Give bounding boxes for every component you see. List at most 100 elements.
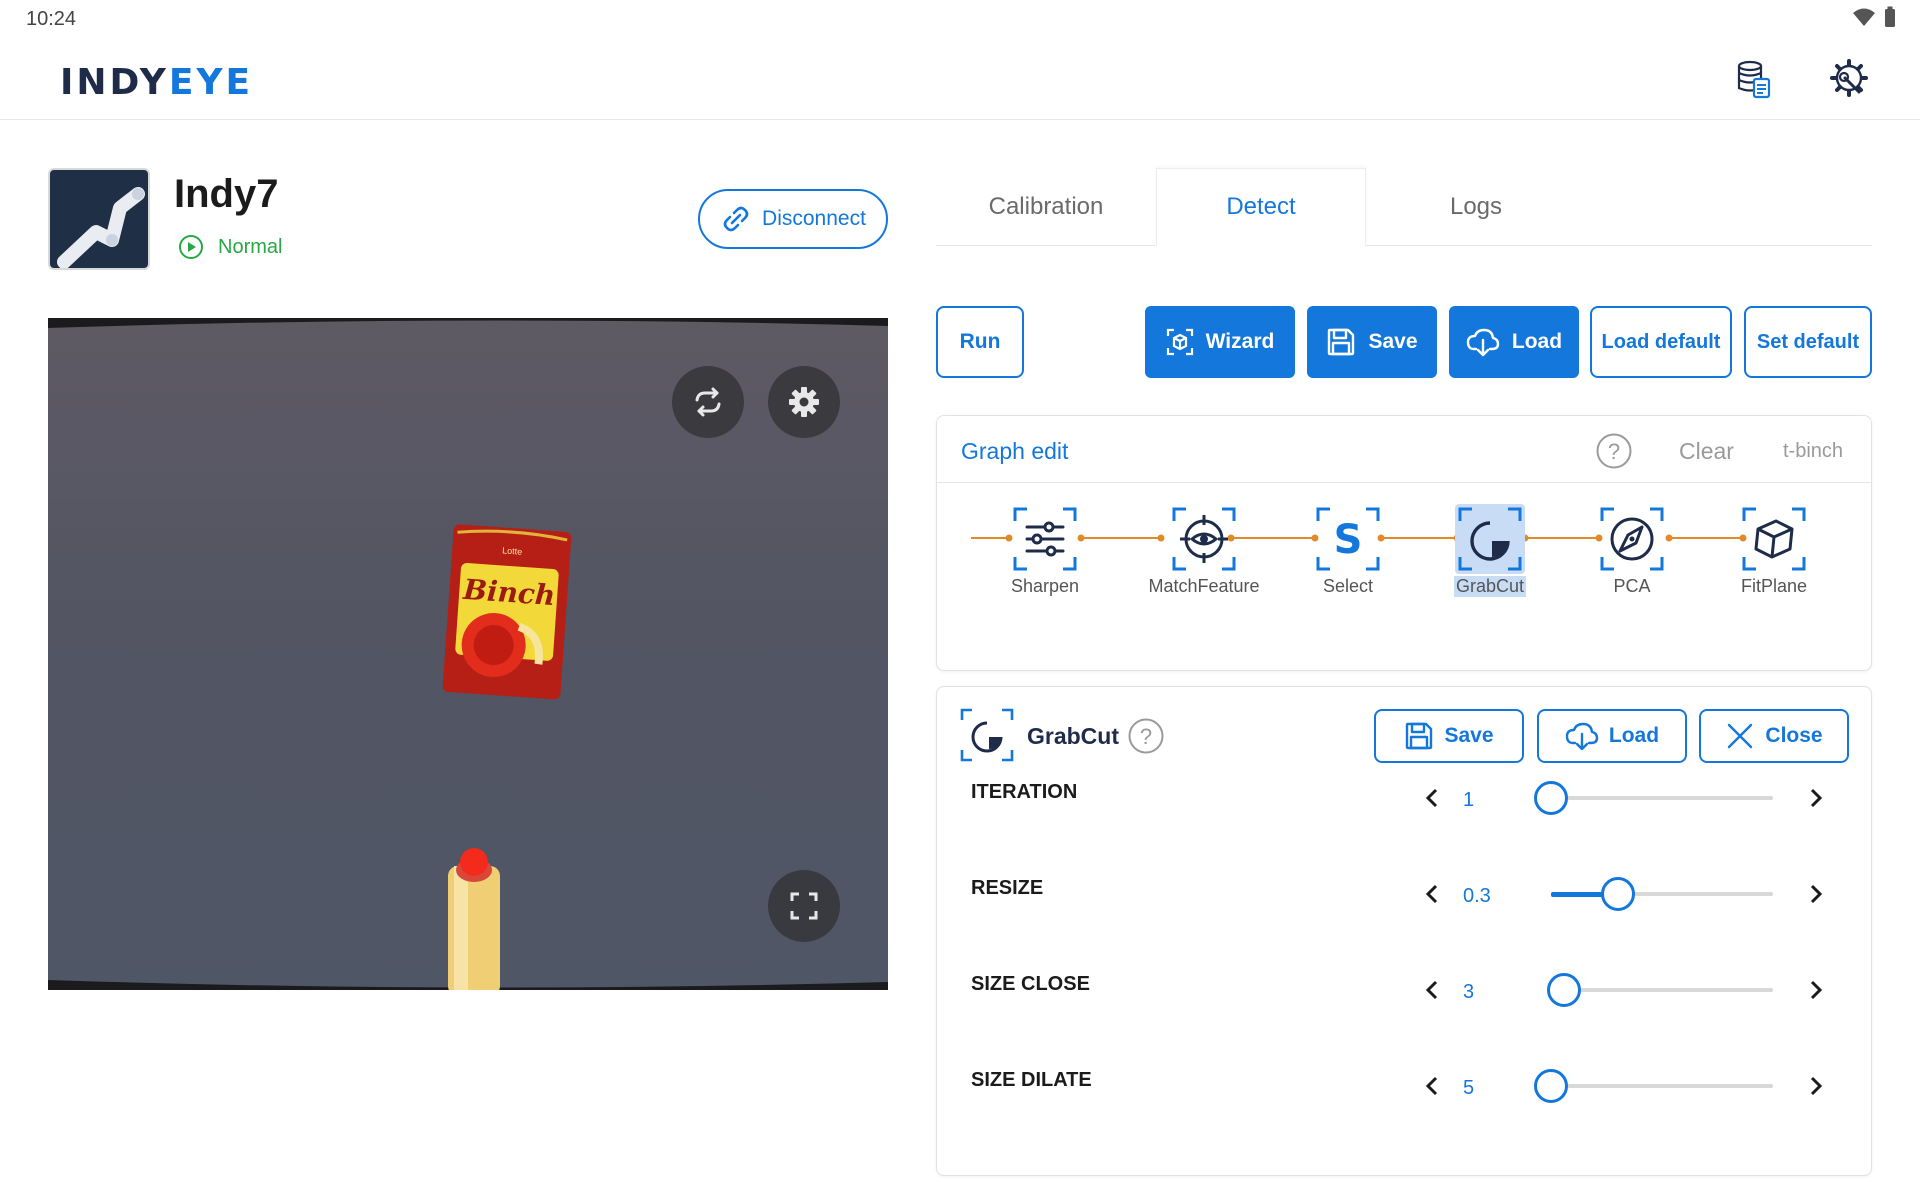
chevron-left-icon[interactable] [1417,975,1447,1005]
param-slider-thumb[interactable] [1600,877,1635,911]
load-button[interactable]: Load [1449,306,1579,378]
help-icon[interactable]: ? [1595,432,1633,470]
node-grabcut[interactable]: GrabCut [1435,504,1545,597]
svg-text:S: S [1334,517,1363,563]
panel-close-button[interactable]: Close [1699,709,1849,763]
node-label: MatchFeature [1148,576,1260,596]
close-icon [1728,723,1753,749]
app-header: INDYEYE [0,40,1920,120]
graph-edit-card: Graph edit ? Clear t-binch Sharpen Match… [936,415,1872,671]
param-row: RESIZE 0.3 [937,867,1871,927]
status-time: 10:24 [26,8,77,30]
param-slider-thumb[interactable] [1534,1069,1568,1103]
product-label: Binch [461,573,556,612]
help-icon[interactable]: ? [1127,717,1165,755]
param-slider-track[interactable] [1551,988,1773,992]
wifi-icon [1853,8,1875,26]
param-label: ITERATION [971,781,1078,803]
battery-icon [1885,6,1895,27]
tab-calibration[interactable]: Calibration [936,168,1156,246]
camera-view[interactable]: Binch Lotte [48,318,888,990]
param-label: SIZE CLOSE [971,973,1090,995]
chevron-left-icon[interactable] [1417,783,1447,813]
param-slider-thumb[interactable] [1547,973,1582,1007]
chevron-right-icon[interactable] [1801,783,1831,813]
camera-scene: Binch Lotte [48,318,888,990]
robot-thumbnail [48,168,150,270]
svg-text:?: ? [1608,439,1620,464]
param-value: 5 [1463,1077,1475,1099]
robot-status: Normal [178,234,282,260]
param-slider-track[interactable] [1551,1084,1773,1088]
floppy-icon [1406,722,1433,750]
camera-settings-gear-icon[interactable] [768,366,840,438]
grabcut-panel: GrabCut ? Save Load Close ITERATION 1 RESI… [936,686,1872,1176]
param-label: RESIZE [971,877,1044,899]
gear-wrench-icon[interactable] [1826,56,1874,104]
svg-text:?: ? [1140,724,1152,749]
run-button[interactable]: Run [936,306,1024,378]
node-matchfeature[interactable]: MatchFeature [1141,504,1267,597]
select-s-icon: S [1313,504,1383,574]
wizard-button[interactable]: Wizard [1145,306,1295,378]
param-value: 1 [1463,789,1475,811]
graph-edit-title: Graph edit [961,438,1069,464]
status-bar: 10:24 [0,0,1920,40]
param-label: SIZE DILATE [971,1069,1092,1091]
load-label: Load [1511,330,1563,353]
node-fitplane[interactable]: FitPlane [1719,504,1829,597]
node-pca[interactable]: PCA [1577,504,1687,597]
chevron-right-icon[interactable] [1801,975,1831,1005]
panel-save-label: Save [1444,724,1494,747]
param-slider-thumb[interactable] [1534,781,1568,815]
panel-load-button[interactable]: Load [1537,709,1687,763]
cloud-download-icon [1466,328,1500,357]
wizard-label: Wizard [1205,330,1275,353]
chevron-left-icon[interactable] [1417,1071,1447,1101]
robot-status-text: Normal [218,235,283,258]
panel-save-button[interactable]: Save [1374,709,1524,763]
panel-close-label: Close [1765,724,1823,747]
node-label: Select [1322,576,1374,596]
node-label: Sharpen [1010,576,1080,596]
set-default-button[interactable]: Set default [1744,306,1872,378]
robot-name: Indy7 [174,172,279,216]
product-brand: Lotte [502,545,523,556]
database-document-icon[interactable] [1732,58,1776,102]
disconnect-button[interactable]: Disconnect [698,189,888,249]
param-slider-track[interactable] [1551,796,1773,800]
node-label: PCA [1613,576,1651,596]
save-button[interactable]: Save [1307,306,1437,378]
compass-icon [1597,504,1667,574]
panel-load-label: Load [1608,724,1660,747]
load-default-button[interactable]: Load default [1590,306,1732,378]
tab-detect[interactable]: Detect [1156,168,1366,246]
node-sharpen[interactable]: Sharpen [990,504,1100,597]
param-value: 3 [1463,981,1475,1003]
chevron-left-icon[interactable] [1417,879,1447,909]
graph-clear-button[interactable]: Clear [1679,438,1734,465]
param-value: 0.3 [1463,885,1491,907]
wizard-icon [1166,328,1193,356]
grabcut-panel-icon [960,708,1014,762]
grabcut-icon [1455,504,1525,574]
chevron-right-icon[interactable] [1801,879,1831,909]
fullscreen-icon[interactable] [768,870,840,942]
param-row: ITERATION 1 [937,771,1871,831]
tab-logs[interactable]: Logs [1366,168,1586,246]
floppy-icon [1328,328,1355,356]
param-row: SIZE CLOSE 3 [937,963,1871,1023]
chevron-right-icon[interactable] [1801,1071,1831,1101]
graph-divider [937,482,1871,483]
node-select[interactable]: S Select [1293,504,1403,597]
app-logo: INDYEYE [60,62,254,103]
save-label: Save [1368,330,1418,353]
main-tabs: Calibration Detect Logs [936,168,1872,246]
sliders-icon [1010,504,1080,574]
refresh-icon[interactable] [672,366,744,438]
cloud-download-icon [1565,722,1599,751]
eye-target-icon [1169,504,1239,574]
grabcut-panel-title: GrabCut [1027,723,1119,749]
cube-icon [1739,504,1809,574]
link-icon [723,206,749,232]
